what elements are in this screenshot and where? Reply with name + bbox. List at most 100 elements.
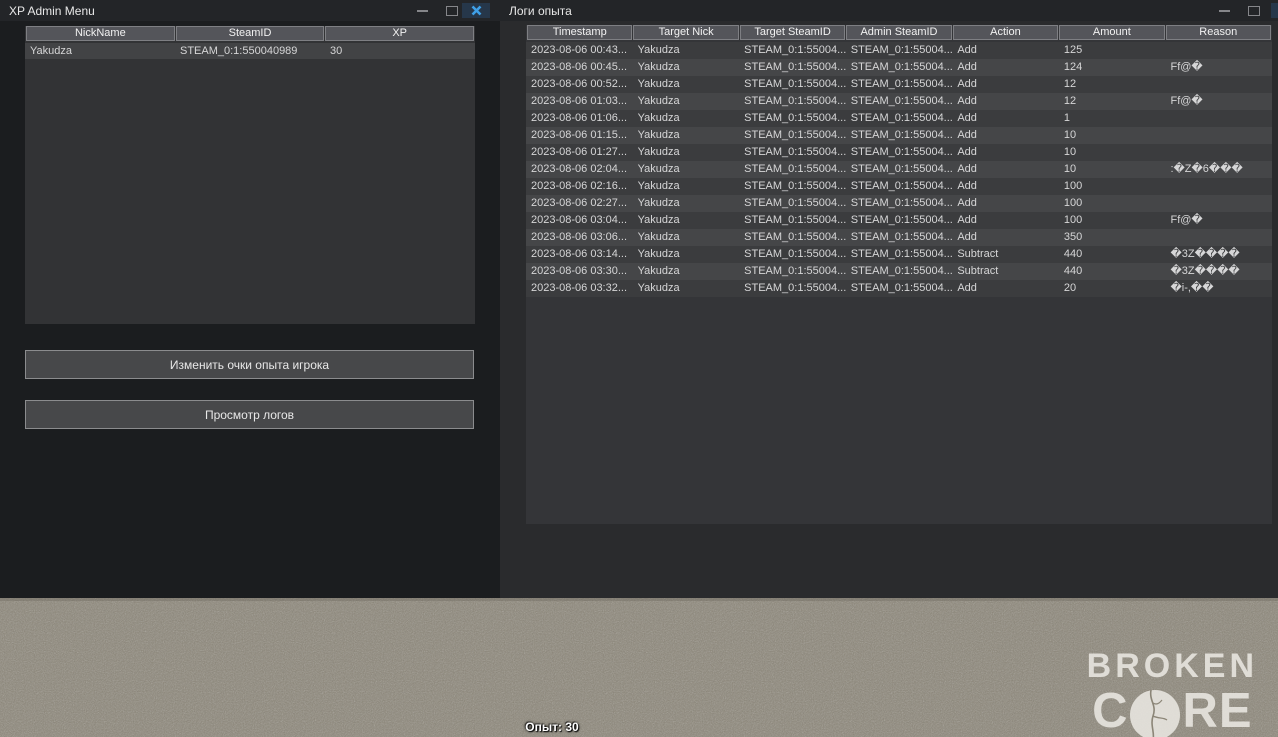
xp-logs-window-title: Логи опыта bbox=[509, 4, 572, 18]
broken-core-watermark: BROKEN C RE bbox=[1087, 649, 1258, 737]
table-cell: Add bbox=[952, 93, 1059, 110]
xp-admin-titlebar[interactable]: XP Admin Menu bbox=[0, 0, 500, 21]
table-cell: Add bbox=[952, 178, 1059, 195]
table-cell: STEAM_0:1:55004... bbox=[739, 263, 846, 280]
column-header[interactable]: NickName bbox=[26, 26, 175, 41]
players-table: NickNameSteamIDXP YakudzaSTEAM_0:1:550040… bbox=[25, 26, 475, 324]
table-row[interactable]: 2023-08-06 03:14...YakudzaSTEAM_0:1:5500… bbox=[526, 246, 1272, 263]
column-header[interactable]: Target Nick bbox=[633, 25, 738, 40]
watermark-core-re: RE bbox=[1182, 687, 1252, 736]
table-row[interactable]: 2023-08-06 02:04...YakudzaSTEAM_0:1:5500… bbox=[526, 161, 1272, 178]
xp-admin-window-title: XP Admin Menu bbox=[9, 4, 95, 18]
view-logs-button[interactable]: Просмотр логов bbox=[25, 400, 474, 429]
table-header-row: NickNameSteamIDXP bbox=[25, 26, 475, 41]
table-cell: 2023-08-06 03:30... bbox=[526, 263, 633, 280]
xp-logs-table: TimestampTarget NickTarget SteamIDAdmin … bbox=[526, 25, 1272, 524]
table-cell: �3Z���� bbox=[1165, 246, 1272, 263]
minimize-icon bbox=[1219, 10, 1230, 12]
table-row[interactable]: 2023-08-06 01:27...YakudzaSTEAM_0:1:5500… bbox=[526, 144, 1272, 161]
table-cell: STEAM_0:1:55004... bbox=[846, 178, 953, 195]
close-button[interactable] bbox=[462, 3, 490, 18]
table-cell: Ff@� bbox=[1165, 59, 1272, 76]
table-cell: STEAM_0:1:55004... bbox=[739, 229, 846, 246]
table-cell: 1 bbox=[1059, 110, 1166, 127]
table-row[interactable]: 2023-08-06 01:15...Yakudza STEAM_0:1:5500… bbox=[526, 127, 1272, 144]
column-header[interactable]: Target SteamID bbox=[740, 25, 845, 40]
table-cell: STEAM_0:1:55004... bbox=[846, 110, 953, 127]
table-cell: 100 bbox=[1059, 212, 1166, 229]
table-cell bbox=[1165, 110, 1272, 127]
table-cell: 10 bbox=[1059, 144, 1166, 161]
table-cell: 10 bbox=[1059, 127, 1166, 144]
table-cell bbox=[1165, 127, 1272, 144]
table-cell: Add bbox=[952, 144, 1059, 161]
table-cell: Yakudza bbox=[633, 212, 740, 229]
table-cell: STEAM_0:1:55004... bbox=[846, 263, 953, 280]
table-cell: 12 bbox=[1059, 76, 1166, 93]
table-cell: Subtract bbox=[952, 263, 1059, 280]
table-cell: STEAM_0:1:55004... bbox=[846, 127, 953, 144]
table-row[interactable]: 2023-08-06 00:52...YakudzaSTEAM_0:1:5500… bbox=[526, 76, 1272, 93]
table-cell: 350 bbox=[1059, 229, 1166, 246]
table-cell: Yakudza bbox=[633, 195, 740, 212]
table-cell: Add bbox=[952, 127, 1059, 144]
xp-admin-window: XP Admin Menu NickNameSteamIDXP YakudzaST… bbox=[0, 0, 500, 598]
column-header[interactable]: Action bbox=[953, 25, 1058, 40]
game-screen: BROKEN C RE XP Admin Menu NickNameS bbox=[0, 0, 1278, 737]
table-cell: STEAM_0:1:55004... bbox=[846, 59, 953, 76]
table-row[interactable]: 2023-08-06 02:27...YakudzaSTEAM_0:1:5500… bbox=[526, 195, 1272, 212]
table-row[interactable]: 2023-08-06 00:45...YakudzaSTEAM_0:1:5500… bbox=[526, 59, 1272, 76]
table-cell: 2023-08-06 03:14... bbox=[526, 246, 633, 263]
table-cell: 2023-08-06 01:15... bbox=[526, 127, 633, 144]
table-cell: Add bbox=[952, 161, 1059, 178]
table-cell: 2023-08-06 02:16... bbox=[526, 178, 633, 195]
table-row[interactable]: 2023-08-06 01:06...YakudzaSTEAM_0:1:5500… bbox=[526, 110, 1272, 127]
watermark-core-c: C bbox=[1092, 687, 1128, 736]
table-row[interactable]: 2023-08-06 03:04...YakudzaSTEAM_0:1:5500… bbox=[526, 212, 1272, 229]
column-header[interactable]: SteamID bbox=[176, 26, 325, 41]
column-header[interactable]: Admin SteamID bbox=[846, 25, 951, 40]
table-cell: STEAM_0:1:55004... bbox=[739, 110, 846, 127]
column-header[interactable]: Amount bbox=[1059, 25, 1164, 40]
table-cell: STEAM_0:1:55004... bbox=[846, 161, 953, 178]
minimize-button[interactable] bbox=[408, 3, 436, 18]
minimize-icon bbox=[417, 10, 428, 12]
table-cell: Subtract bbox=[952, 246, 1059, 263]
table-cell bbox=[1165, 178, 1272, 195]
table-cell: STEAM_0:1:55004... bbox=[739, 144, 846, 161]
table-cell: STEAM_0:1:55004... bbox=[739, 212, 846, 229]
table-cell: 124 bbox=[1059, 59, 1166, 76]
table-row[interactable]: 2023-08-06 03:30...YakudzaSTEAM_0:1:5500… bbox=[526, 263, 1272, 280]
table-cell: Yakudza bbox=[633, 42, 740, 59]
table-cell: Yakudza bbox=[633, 127, 740, 144]
table-cell: 2023-08-06 00:43... bbox=[526, 42, 633, 59]
xp-logs-titlebar[interactable]: Логи опыта bbox=[500, 0, 1278, 21]
table-cell: STEAM_0:1:55004... bbox=[846, 229, 953, 246]
column-header[interactable]: Timestamp bbox=[527, 25, 632, 40]
table-cell: STEAM_0:1:55004... bbox=[846, 144, 953, 161]
table-row[interactable]: 2023-08-06 02:16...Yakudza STEAM_0:1:5500… bbox=[526, 178, 1272, 195]
table-row[interactable]: 2023-08-06 01:03...YakudzaSTEAM_0:1:5500… bbox=[526, 93, 1272, 110]
table-row[interactable]: 2023-08-06 03:32...YakudzaSTEAM_0:1:5500… bbox=[526, 280, 1272, 297]
column-header[interactable]: XP bbox=[325, 26, 474, 41]
table-cell: �i-,�� bbox=[1165, 280, 1272, 297]
table-cell: 100 bbox=[1059, 195, 1166, 212]
table-row[interactable]: YakudzaSTEAM_0:1:55004098930 bbox=[25, 43, 475, 59]
table-cell: STEAM_0:1:55004... bbox=[739, 42, 846, 59]
table-cell: 125 bbox=[1059, 42, 1166, 59]
maximize-button[interactable] bbox=[1240, 3, 1268, 18]
minimize-button[interactable] bbox=[1210, 3, 1238, 18]
close-button[interactable] bbox=[1271, 3, 1278, 18]
edit-xp-button[interactable]: Изменить очки опыта игрока bbox=[25, 350, 474, 379]
table-row[interactable]: 2023-08-06 03:06...YakudzaSTEAM_0:1:5500… bbox=[526, 229, 1272, 246]
table-cell: STEAM_0:1:55004... bbox=[739, 161, 846, 178]
table-cell: Yakudza bbox=[633, 178, 740, 195]
table-cell: 20 bbox=[1059, 280, 1166, 297]
table-cell: Ff@� bbox=[1165, 93, 1272, 110]
table-cell bbox=[1165, 42, 1272, 59]
table-cell: 440 bbox=[1059, 246, 1166, 263]
table-cell: Yakudza bbox=[633, 229, 740, 246]
column-header[interactable]: Reason bbox=[1166, 25, 1271, 40]
table-cell: STEAM_0:1:55004... bbox=[846, 195, 953, 212]
table-row[interactable]: 2023-08-06 00:43...YakudzaSTEAM_0:1:5500… bbox=[526, 42, 1272, 59]
